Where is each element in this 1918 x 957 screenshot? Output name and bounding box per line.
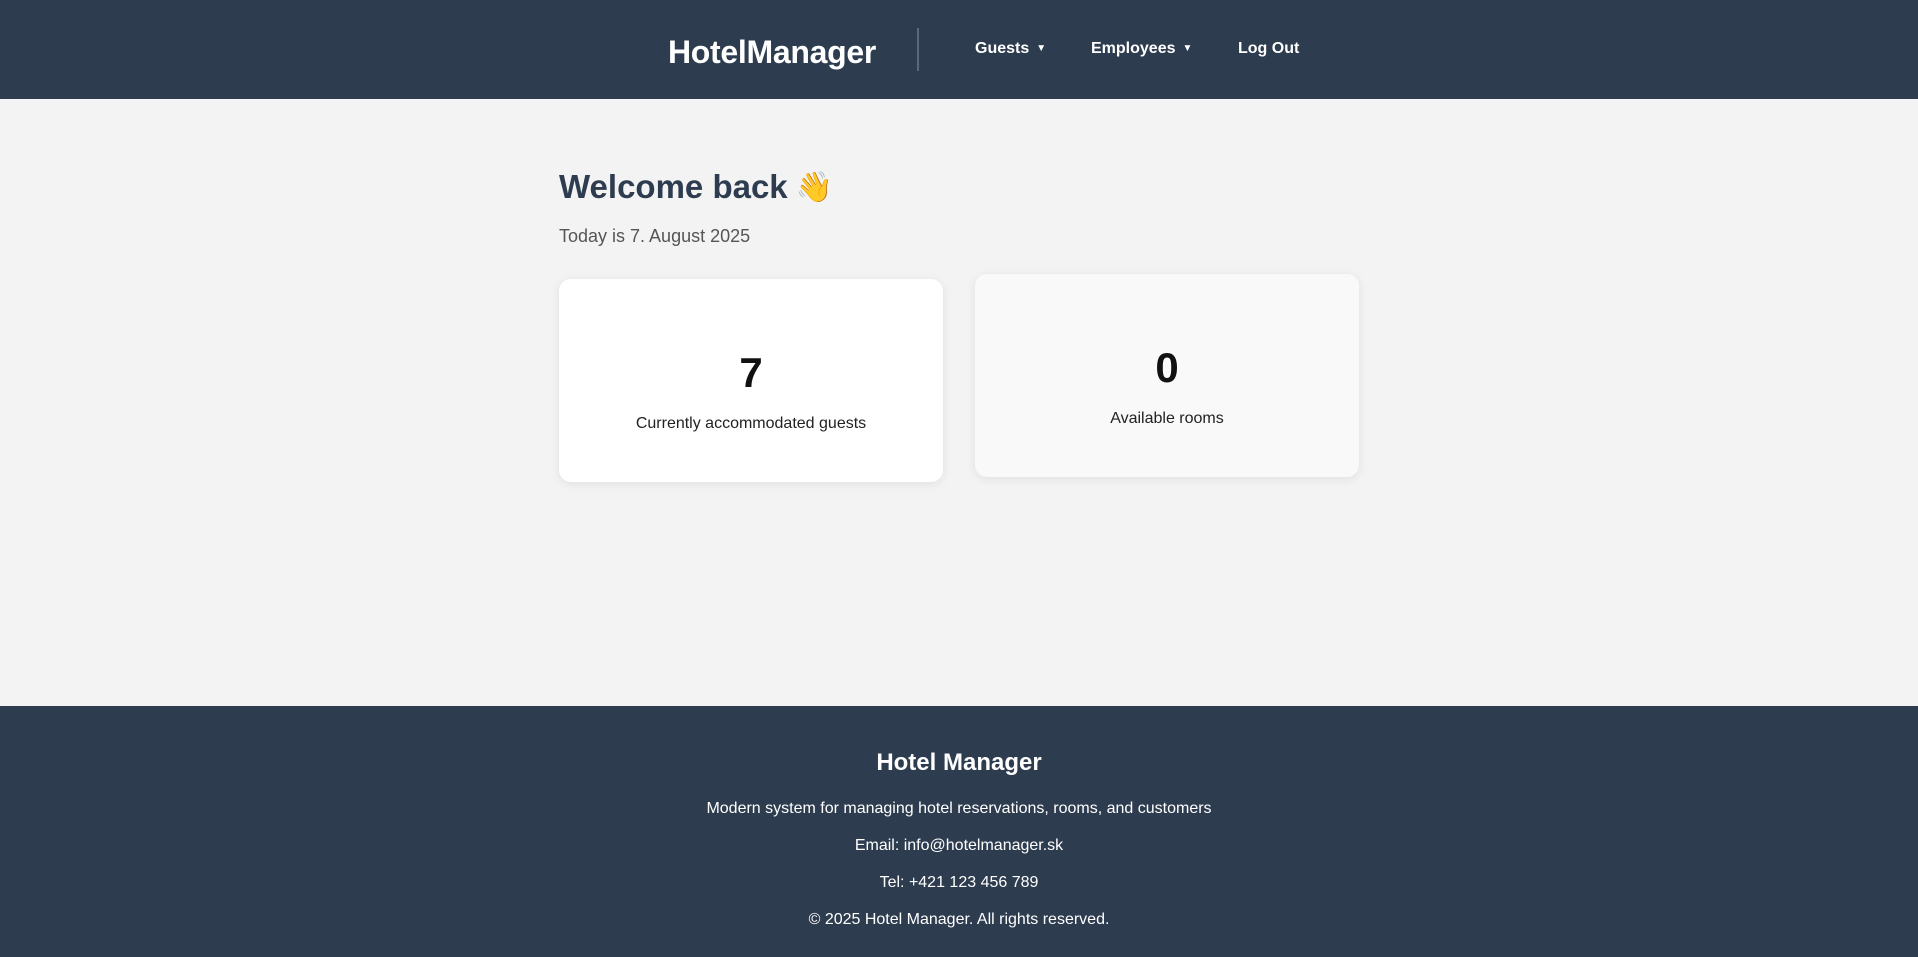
- stat-card-guests: 7 Currently accommodated guests: [559, 279, 943, 482]
- nav-employees-dropdown[interactable]: Employees ▼: [1091, 38, 1192, 60]
- guests-count: 7: [739, 349, 763, 396]
- stat-card-rooms: 0 Available rooms: [975, 274, 1359, 477]
- logout-link[interactable]: Log Out: [1238, 38, 1299, 60]
- guests-count-label: Currently accommodated guests: [635, 415, 867, 432]
- footer-phone: Tel: +421 123 456 789: [879, 874, 1039, 891]
- chevron-down-icon: ▼: [1036, 43, 1047, 54]
- top-navbar: HotelManager Guests ▼ Employees ▼ Log Out: [0, 0, 1918, 99]
- nav-employees-label: Employees: [1091, 40, 1176, 57]
- chevron-down-icon: ▼: [1182, 43, 1193, 54]
- rooms-count: 0: [1155, 344, 1179, 391]
- footer-title: Hotel Manager: [876, 749, 1042, 776]
- page-title: Welcome back 👋: [559, 164, 833, 211]
- nav-guests-label: Guests: [975, 40, 1030, 57]
- rooms-count-label: Available rooms: [1110, 410, 1224, 427]
- page-footer: Hotel Manager Modern system for managing…: [0, 706, 1918, 957]
- welcome-text: Welcome back: [559, 168, 788, 205]
- footer-description: Modern system for managing hotel reserva…: [706, 800, 1212, 817]
- footer-copyright: © 2025 Hotel Manager. All rights reserve…: [808, 911, 1110, 928]
- waving-hand-icon: 👋: [795, 171, 834, 204]
- brand-divider: [917, 28, 919, 71]
- nav-guests-dropdown[interactable]: Guests ▼: [975, 38, 1046, 60]
- footer-email: Email: info@hotelmanager.sk: [854, 837, 1064, 854]
- brand-logo[interactable]: HotelManager: [668, 32, 876, 72]
- current-date: Today is 7. August 2025: [559, 226, 751, 246]
